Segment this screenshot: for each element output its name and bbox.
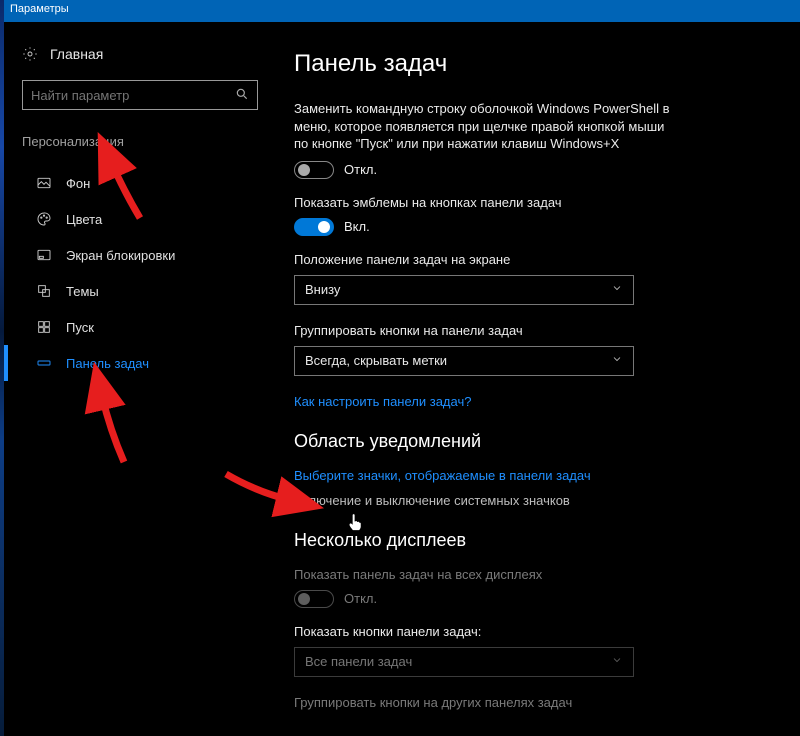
system-icons-link[interactable]: Включение и выключение системных значков	[294, 493, 770, 508]
multi-display-title: Несколько дисплеев	[294, 530, 770, 551]
search-input-container[interactable]	[22, 80, 258, 110]
badges-toggle[interactable]	[294, 218, 334, 236]
sidebar: Главная Персонализация Фон Цвета Экран б…	[4, 22, 272, 736]
lockscreen-icon	[36, 247, 52, 263]
themes-icon	[36, 283, 52, 299]
search-icon	[235, 87, 249, 104]
sidebar-item-start[interactable]: Пуск	[22, 309, 258, 345]
sidebar-item-lockscreen[interactable]: Экран блокировки	[22, 237, 258, 273]
window-title: Параметры	[10, 3, 69, 15]
select-value: Всегда, скрывать метки	[305, 353, 447, 368]
gear-icon	[22, 46, 38, 62]
nav-label: Фон	[66, 176, 90, 191]
badges-label: Показать эмблемы на кнопках панели задач	[294, 195, 770, 210]
toggle-state-off: Откл.	[344, 162, 377, 177]
chevron-down-icon	[611, 353, 623, 368]
window-titlebar: Параметры	[0, 0, 800, 22]
multi-buttons-select[interactable]: Все панели задач	[294, 647, 634, 677]
picture-icon	[36, 175, 52, 191]
multi-show-toggle[interactable]	[294, 590, 334, 608]
home-nav[interactable]: Главная	[22, 46, 258, 62]
search-input[interactable]	[31, 88, 235, 103]
sidebar-item-taskbar[interactable]: Панель задач	[22, 345, 258, 381]
chevron-down-icon	[611, 282, 623, 297]
page-title: Панель задач	[294, 50, 770, 78]
location-select[interactable]: Внизу	[294, 275, 634, 305]
powershell-description: Заменить командную строку оболочкой Wind…	[294, 100, 674, 153]
home-label: Главная	[50, 46, 103, 62]
left-edge-strip	[0, 0, 4, 736]
main-content: Панель задач Заменить командную строку о…	[272, 22, 800, 736]
sidebar-item-colors[interactable]: Цвета	[22, 201, 258, 237]
customize-taskbar-link[interactable]: Как настроить панели задач?	[294, 394, 770, 409]
start-icon	[36, 319, 52, 335]
nav-label: Экран блокировки	[66, 248, 175, 263]
sidebar-item-themes[interactable]: Темы	[22, 273, 258, 309]
sidebar-item-background[interactable]: Фон	[22, 165, 258, 201]
select-value: Внизу	[305, 282, 340, 297]
powershell-toggle[interactable]	[294, 161, 334, 179]
sidebar-category: Персонализация	[22, 134, 258, 149]
chevron-down-icon	[611, 654, 623, 669]
grouping-select[interactable]: Всегда, скрывать метки	[294, 346, 634, 376]
location-label: Положение панели задач на экране	[294, 252, 770, 267]
nav-label: Пуск	[66, 320, 94, 335]
multi-group-label: Группировать кнопки на других панелях за…	[294, 695, 770, 710]
toggle-state-off: Откл.	[344, 591, 377, 606]
taskbar-icon	[36, 355, 52, 371]
nav-label: Цвета	[66, 212, 102, 227]
nav-label: Панель задач	[66, 356, 149, 371]
multi-show-label: Показать панель задач на всех дисплеях	[294, 567, 770, 582]
nav-label: Темы	[66, 284, 99, 299]
palette-icon	[36, 211, 52, 227]
grouping-label: Группировать кнопки на панели задач	[294, 323, 770, 338]
multi-buttons-label: Показать кнопки панели задач:	[294, 624, 770, 639]
select-value: Все панели задач	[305, 654, 412, 669]
toggle-state-on: Вкл.	[344, 219, 370, 234]
select-icons-link[interactable]: Выберите значки, отображаемые в панели з…	[294, 468, 770, 483]
notification-area-title: Область уведомлений	[294, 431, 770, 452]
